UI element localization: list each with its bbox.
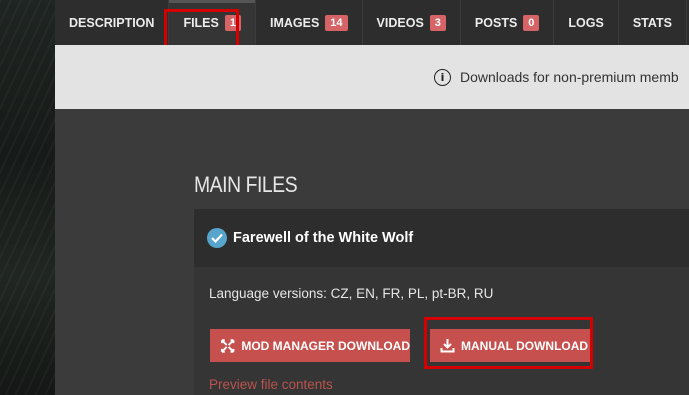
file-header: Farewell of the White Wolf <box>194 209 689 267</box>
tab-stats[interactable]: STATS <box>619 0 687 45</box>
mod-manager-download-label: MOD MANAGER DOWNLOAD <box>241 338 410 353</box>
tab-description[interactable]: DESCRIPTION <box>55 0 170 45</box>
file-body: Language versions: CZ, EN, FR, PL, pt-BR… <box>194 267 689 395</box>
language-versions: Language versions: CZ, EN, FR, PL, pt-BR… <box>209 286 494 301</box>
notice-text: Downloads for non-premium memb <box>460 69 679 85</box>
tab-stats-label: STATS <box>632 15 672 30</box>
images-count-badge: 14 <box>325 14 348 31</box>
info-icon: i <box>434 68 451 86</box>
tab-files[interactable]: FILES 1 <box>169 0 256 45</box>
download-icon <box>440 339 455 353</box>
mod-manager-icon <box>220 338 235 353</box>
tab-bar: DESCRIPTION FILES 1 IMAGES 14 VIDEOS 3 P… <box>55 0 689 45</box>
background-image <box>0 0 55 395</box>
tab-logs-label: LOGS <box>568 15 604 30</box>
manual-download-button[interactable]: MANUAL DOWNLOAD <box>430 329 590 362</box>
files-count-badge: 1 <box>224 14 241 31</box>
tab-posts-label: POSTS <box>474 15 518 30</box>
section-title: MAIN FILES <box>194 172 298 197</box>
tab-videos-label: VIDEOS <box>376 15 424 30</box>
mod-manager-download-button[interactable]: MOD MANAGER DOWNLOAD <box>210 329 410 362</box>
tab-images[interactable]: IMAGES 14 <box>256 0 363 45</box>
check-icon <box>207 228 227 248</box>
preview-file-contents-link[interactable]: Preview file contents <box>209 377 333 392</box>
download-notice: i Downloads for non-premium memb <box>55 45 689 109</box>
tab-logs[interactable]: LOGS <box>554 0 619 45</box>
tab-videos[interactable]: VIDEOS 3 <box>363 0 461 45</box>
posts-count-badge: 0 <box>523 14 540 31</box>
tab-files-label: FILES <box>183 15 219 30</box>
tab-description-label: DESCRIPTION <box>69 15 155 30</box>
videos-count-badge: 3 <box>429 14 446 31</box>
file-title: Farewell of the White Wolf <box>233 230 414 246</box>
manual-download-label: MANUAL DOWNLOAD <box>461 338 589 353</box>
tab-images-label: IMAGES <box>269 15 320 30</box>
tab-posts[interactable]: POSTS 0 <box>461 0 555 45</box>
